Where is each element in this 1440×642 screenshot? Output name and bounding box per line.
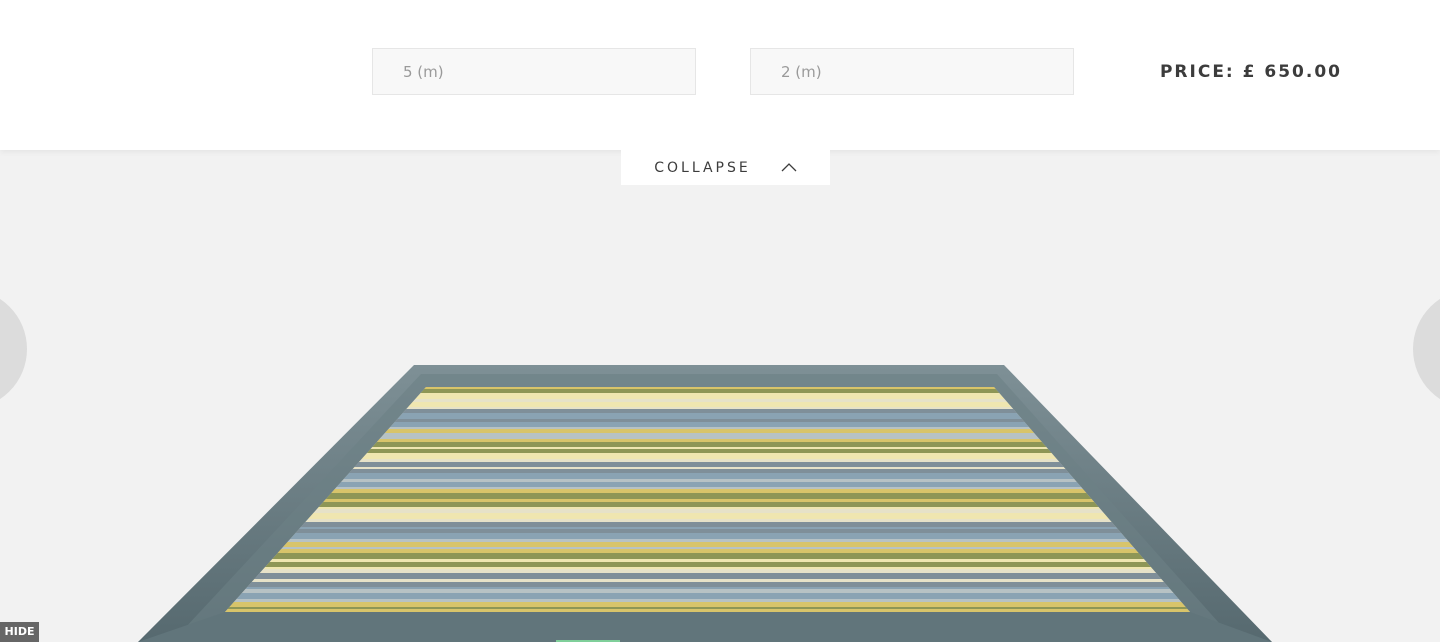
product-3d-viewer[interactable] — [0, 150, 1440, 642]
rug-stripe — [225, 489, 1190, 493]
rug-stripe — [225, 509, 1190, 513]
config-bar: 5 (m) 2 (m) PRICE: £ 650.00 — [0, 0, 1440, 150]
rug-stripe — [225, 402, 1190, 407]
width-input[interactable]: 2 (m) — [750, 48, 1074, 95]
length-input[interactable]: 5 (m) — [372, 48, 696, 95]
rug-stripe — [225, 413, 1190, 419]
rug-render — [138, 365, 1272, 642]
rug-stripe — [225, 409, 1190, 413]
rug-stripe — [225, 473, 1190, 479]
rug-stripe — [225, 407, 1190, 409]
rug-stripe — [225, 602, 1190, 607]
rug-stripe — [225, 499, 1190, 502]
rug-stripe — [225, 513, 1190, 519]
rug-stripe — [225, 533, 1190, 539]
rug-stripe — [225, 493, 1190, 499]
rug-stripe — [225, 599, 1190, 602]
rug-stripe — [225, 519, 1190, 522]
rug-stripe — [225, 539, 1190, 542]
rug-stripe — [225, 522, 1190, 527]
hide-button[interactable]: HIDE — [0, 622, 39, 642]
rug-stripe — [225, 399, 1190, 402]
collapse-button[interactable]: COLLAPSE — [621, 150, 830, 185]
rug-stripe — [225, 393, 1190, 399]
rug-stripe — [225, 482, 1190, 487]
rug-stripe — [225, 573, 1190, 579]
rug-stripe — [225, 559, 1190, 562]
rug-stripe — [225, 582, 1190, 587]
chevron-up-icon — [781, 159, 797, 177]
rug-stripe — [225, 547, 1190, 549]
rug-stripe — [225, 389, 1190, 393]
collapse-label: COLLAPSE — [654, 159, 751, 176]
rug-stripe — [225, 387, 1190, 389]
rug-stripe — [225, 593, 1190, 599]
rug-stripe — [225, 579, 1190, 582]
rug-stripe — [225, 587, 1190, 589]
rug-stripe — [225, 487, 1190, 489]
rug-stripe — [225, 569, 1190, 573]
rug-stripe — [225, 527, 1190, 529]
rug-stripe — [225, 562, 1190, 567]
rug-stripe — [225, 419, 1190, 422]
rug-stripe — [225, 502, 1190, 507]
rug-stripe — [225, 542, 1190, 547]
rug-stripe — [225, 507, 1190, 509]
rug-stripe — [225, 479, 1190, 482]
rug-stripe — [225, 589, 1190, 593]
rug-stripe — [225, 549, 1190, 553]
rug-stripe — [225, 553, 1190, 559]
rug-stripe — [225, 607, 1190, 609]
rug-stripe — [225, 529, 1190, 533]
rug-stripe — [225, 567, 1190, 569]
price-label: PRICE: £ 650.00 — [1159, 62, 1342, 82]
